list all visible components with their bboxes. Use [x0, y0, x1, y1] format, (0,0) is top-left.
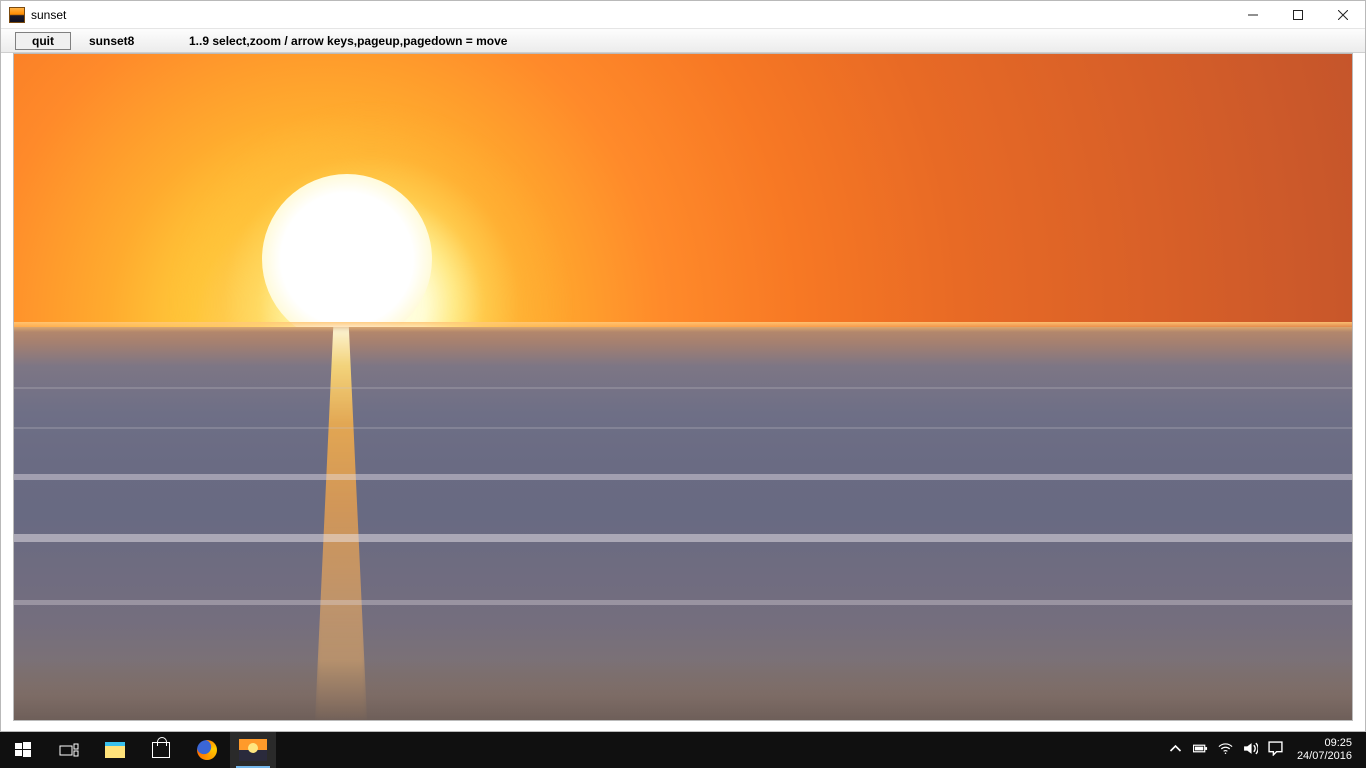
- volume-button[interactable]: [1243, 741, 1258, 759]
- wave: [14, 427, 1352, 429]
- titlebar[interactable]: sunset: [1, 1, 1365, 29]
- sun: [262, 174, 432, 344]
- firefox-icon: [197, 740, 217, 760]
- taskbar-clock[interactable]: 09:25 24/07/2016: [1293, 737, 1360, 762]
- quit-button[interactable]: quit: [15, 32, 71, 50]
- action-center-button[interactable]: [1268, 741, 1283, 759]
- action-center-icon: [1268, 741, 1283, 756]
- taskbar-apps: [0, 732, 276, 768]
- wave: [14, 474, 1352, 480]
- close-button[interactable]: [1320, 1, 1365, 28]
- battery-icon: [1193, 741, 1208, 756]
- battery-button[interactable]: [1193, 741, 1208, 759]
- sunset-app-taskbar-button[interactable]: [230, 732, 276, 768]
- clock-time: 09:25: [1297, 737, 1352, 750]
- app-icon: [9, 7, 25, 23]
- window-title: sunset: [31, 8, 66, 22]
- clock-date: 24/07/2016: [1297, 750, 1352, 763]
- file-explorer-button[interactable]: [92, 732, 138, 768]
- volume-icon: [1243, 741, 1258, 756]
- wave: [14, 534, 1352, 542]
- store-icon: [152, 742, 170, 758]
- maximize-button[interactable]: [1275, 1, 1320, 28]
- minimize-button[interactable]: [1230, 1, 1275, 28]
- task-view-button[interactable]: [46, 732, 92, 768]
- toolbar: quit sunset8 1..9 select,zoom / arrow ke…: [1, 29, 1365, 53]
- start-button[interactable]: [0, 732, 46, 768]
- maximize-icon: [1293, 10, 1303, 20]
- wave: [14, 600, 1352, 605]
- minimize-icon: [1248, 10, 1258, 20]
- keyboard-help-text: 1..9 select,zoom / arrow keys,pageup,pag…: [189, 34, 507, 48]
- window-controls: [1230, 1, 1365, 28]
- chevron-up-icon: [1168, 741, 1183, 756]
- image-canvas[interactable]: [13, 53, 1353, 721]
- horizon-glow: [14, 322, 1352, 332]
- wave: [14, 387, 1352, 389]
- wifi-button[interactable]: [1218, 741, 1233, 759]
- store-button[interactable]: [138, 732, 184, 768]
- current-file-label: sunset8: [89, 34, 189, 48]
- wifi-icon: [1218, 741, 1233, 756]
- system-tray: 09:25 24/07/2016: [1158, 732, 1366, 768]
- windows-icon: [15, 742, 31, 758]
- sunset-app-icon: [239, 739, 267, 761]
- taskview-icon: [59, 742, 79, 758]
- explorer-icon: [105, 742, 125, 758]
- taskbar: 09:25 24/07/2016: [0, 732, 1366, 768]
- firefox-button[interactable]: [184, 732, 230, 768]
- close-icon: [1338, 10, 1348, 20]
- app-window: sunset quit sunset8 1..9 select,zoom / a…: [0, 0, 1366, 732]
- tray-overflow-button[interactable]: [1168, 741, 1183, 759]
- viewport: [1, 53, 1365, 731]
- foreshore: [14, 660, 1352, 720]
